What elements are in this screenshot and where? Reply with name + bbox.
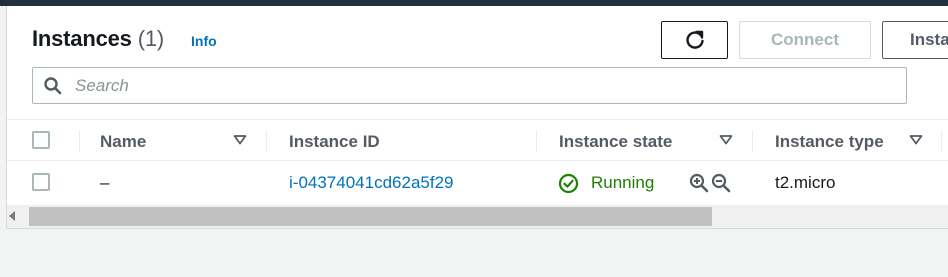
sort-caret-icon[interactable] (909, 133, 923, 147)
instance-type-value: t2.micro (775, 173, 836, 192)
check-circle-icon (558, 173, 579, 194)
info-link[interactable]: Info (191, 33, 217, 49)
launch-instances-button[interactable]: Insta (882, 21, 948, 59)
scrollbar-thumb[interactable] (29, 207, 712, 226)
connect-button[interactable]: Connect (739, 21, 871, 59)
refresh-icon (685, 30, 704, 49)
instance-state-value: Running (591, 173, 655, 192)
column-header-name[interactable]: Name (100, 132, 146, 152)
column-divider (536, 130, 537, 152)
column-divider (752, 130, 753, 152)
page-title: Instances (1) (32, 26, 164, 52)
instance-id-link[interactable]: i-04374041cd62a5f29 (289, 173, 453, 193)
zoom-out-icon[interactable] (711, 173, 731, 193)
refresh-button[interactable] (661, 21, 728, 59)
zoom-in-icon[interactable] (689, 173, 709, 193)
instance-count: (1) (137, 26, 164, 51)
select-all-checkbox[interactable] (32, 131, 50, 149)
table-row[interactable]: – i-04374041cd62a5f29 Running t2.micro (7, 161, 948, 205)
column-divider (79, 130, 80, 152)
search-icon (43, 76, 63, 96)
instance-name: – (100, 173, 110, 192)
horizontal-scrollbar[interactable] (7, 205, 948, 228)
column-divider (266, 130, 267, 152)
scroll-left-arrow-icon[interactable] (9, 211, 15, 221)
instances-panel: Instances(1) Info Connect Insta Name Ins… (6, 6, 948, 229)
table-header: Name Instance ID Instance state Instance… (7, 119, 948, 161)
column-header-instance-id[interactable]: Instance ID (289, 132, 380, 152)
row-checkbox[interactable] (32, 173, 50, 191)
column-header-instance-state[interactable]: Instance state (559, 132, 672, 152)
search-box[interactable] (32, 67, 907, 104)
sort-caret-icon[interactable] (719, 133, 733, 147)
sort-caret-icon[interactable] (233, 133, 247, 147)
column-divider (941, 130, 942, 152)
search-input[interactable] (75, 75, 875, 96)
column-header-instance-type[interactable]: Instance type (775, 132, 884, 152)
title-text: Instances (32, 26, 132, 51)
